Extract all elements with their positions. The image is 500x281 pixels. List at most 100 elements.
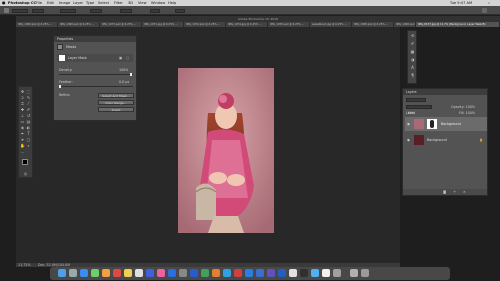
quick-select-tool-icon[interactable]: ✎ [26, 95, 31, 100]
chrome-icon[interactable] [322, 269, 330, 277]
menu-layer[interactable]: Layer [73, 1, 83, 5]
select-and-mask-button[interactable]: Select and Mask... [98, 93, 134, 98]
brush-size-field[interactable] [60, 8, 76, 13]
character-icon[interactable]: A [410, 65, 415, 70]
visibility-eye-icon[interactable]: ◉ [407, 138, 410, 142]
brush-panel-icon[interactable]: ✐ [410, 41, 415, 46]
terminal-icon[interactable] [300, 269, 308, 277]
angle-field[interactable] [175, 8, 185, 13]
photoshop-icon[interactable] [245, 269, 253, 277]
safari-icon[interactable] [80, 269, 88, 277]
menu-3d[interactable]: 3D [128, 1, 133, 5]
layer-opacity[interactable]: Opacity: 100% [451, 105, 475, 109]
vector-mask-icon[interactable]: ▢ [126, 56, 129, 60]
layer-kind-filter[interactable]: Kind [406, 98, 426, 115]
density-slider-handle[interactable] [130, 73, 132, 76]
brush-tool-icon[interactable]: ✐ [26, 107, 31, 112]
workspace-icon[interactable] [482, 8, 487, 13]
paragraph-icon[interactable]: ¶ [410, 73, 415, 78]
zoom-level[interactable]: 11.72% [18, 263, 31, 267]
menu-type[interactable]: Type [86, 1, 94, 5]
app-store-icon[interactable] [168, 269, 176, 277]
photos-icon[interactable] [102, 269, 110, 277]
system-prefs-icon[interactable] [179, 269, 187, 277]
feather-slider[interactable] [59, 86, 133, 87]
zoom-tool-icon[interactable]: ⌕ [26, 143, 31, 148]
mode-select[interactable] [32, 8, 44, 13]
menu-view[interactable]: View [138, 1, 147, 5]
history-brush-tool-icon[interactable]: ↺ [26, 113, 31, 118]
eyedropper-tool-icon[interactable]: ⁄ [26, 101, 31, 106]
music-icon[interactable] [157, 269, 165, 277]
menu-help[interactable]: Help [168, 1, 176, 5]
keynote-icon[interactable] [190, 269, 198, 277]
zoom-app-icon[interactable] [311, 269, 319, 277]
document-image[interactable] [178, 68, 274, 233]
clone-stamp-tool-icon[interactable]: ⊥ [20, 113, 25, 118]
trash-icon[interactable] [361, 269, 369, 277]
new-layer-icon[interactable]: ＋ [453, 190, 456, 194]
layer-name[interactable]: Background [441, 122, 461, 126]
finder-icon[interactable] [58, 269, 66, 277]
foreground-color-swatch[interactable] [22, 159, 28, 165]
quick-mask-icon[interactable]: ◎ [23, 171, 28, 176]
apple-icon[interactable]: ● [2, 1, 6, 5]
downloads-stack-icon[interactable] [350, 269, 358, 277]
pen-tool-icon[interactable]: ✒ [20, 131, 25, 136]
menu-edit[interactable]: Edit [47, 1, 54, 5]
healing-brush-tool-icon[interactable]: ✚ [20, 107, 25, 112]
visibility-eye-icon[interactable]: ◉ [407, 122, 410, 126]
color-range-button[interactable]: Color Range... [98, 100, 134, 105]
imovie-icon[interactable] [223, 269, 231, 277]
mail-icon[interactable] [146, 269, 154, 277]
dodge-tool-icon[interactable]: ◐ [26, 125, 31, 130]
hand-tool-icon[interactable]: ✋ [20, 143, 25, 148]
density-slider[interactable] [59, 74, 133, 75]
layer-mask-row[interactable]: Layer Mask ▣ ▢ [57, 54, 133, 62]
gradient-tool-icon[interactable]: ▤ [26, 119, 31, 124]
preview-icon[interactable] [333, 269, 341, 277]
lightroom-icon[interactable] [256, 269, 264, 277]
density-value[interactable]: 100% [119, 68, 128, 72]
menubar-search-icon[interactable]: ⌕ [488, 1, 490, 5]
history-icon[interactable]: ⟲ [410, 33, 415, 38]
lasso-tool-icon[interactable]: ↄ [20, 95, 25, 100]
menu-filter[interactable]: Filter [114, 1, 123, 5]
shape-tool-icon[interactable]: ▢ [26, 137, 31, 142]
brush-preset-picker[interactable] [12, 8, 28, 13]
menu-window[interactable]: Window [151, 1, 165, 5]
reminders-icon[interactable] [135, 269, 143, 277]
add-mask-icon[interactable]: ◙ [443, 190, 446, 194]
notes-icon[interactable] [124, 269, 132, 277]
opacity-field[interactable] [90, 8, 102, 13]
blur-tool-icon[interactable]: ◈ [20, 125, 25, 130]
layer-name[interactable]: Background [427, 138, 447, 142]
menu-select[interactable]: Select [98, 1, 109, 5]
marquee-tool-icon[interactable]: ⬚ [26, 89, 31, 94]
menu-app[interactable]: Photoshop CC [8, 1, 36, 5]
layer-mask-thumb[interactable] [427, 119, 437, 129]
flow-field[interactable] [120, 8, 132, 13]
crop-tool-icon[interactable]: ⌗ [20, 101, 25, 106]
smoothing-field[interactable] [150, 8, 160, 13]
menu-image[interactable]: Image [59, 1, 70, 5]
layer-fill[interactable]: Fill: 100% [459, 111, 475, 115]
numbers-icon[interactable] [201, 269, 209, 277]
calendar-icon[interactable] [113, 269, 121, 277]
menu-file[interactable]: File [36, 1, 42, 5]
delete-layer-icon[interactable]: ✕ [463, 190, 466, 194]
doc-tab-active[interactable]: IMG_8157.jpg @ 11.7% (Background, Layer … [416, 22, 500, 27]
blend-mode-select[interactable]: Normal [406, 105, 432, 122]
eraser-tool-icon[interactable]: ▭ [20, 119, 25, 124]
layer-row[interactable]: ◉ Background 🔒 [405, 133, 487, 147]
acrobat-icon[interactable] [234, 269, 242, 277]
swatches-icon[interactable]: ▦ [410, 49, 415, 54]
more-tools-icon[interactable]: … [20, 149, 25, 154]
feather-slider-handle[interactable] [59, 85, 61, 88]
path-select-tool-icon[interactable]: ➤ [20, 137, 25, 142]
move-tool-icon[interactable]: ✥ [20, 89, 25, 94]
adjustments-icon[interactable]: ◑ [410, 57, 415, 62]
pages-icon[interactable] [212, 269, 220, 277]
feather-value[interactable]: 0.0 px [119, 80, 129, 84]
bridge-icon[interactable] [278, 269, 286, 277]
